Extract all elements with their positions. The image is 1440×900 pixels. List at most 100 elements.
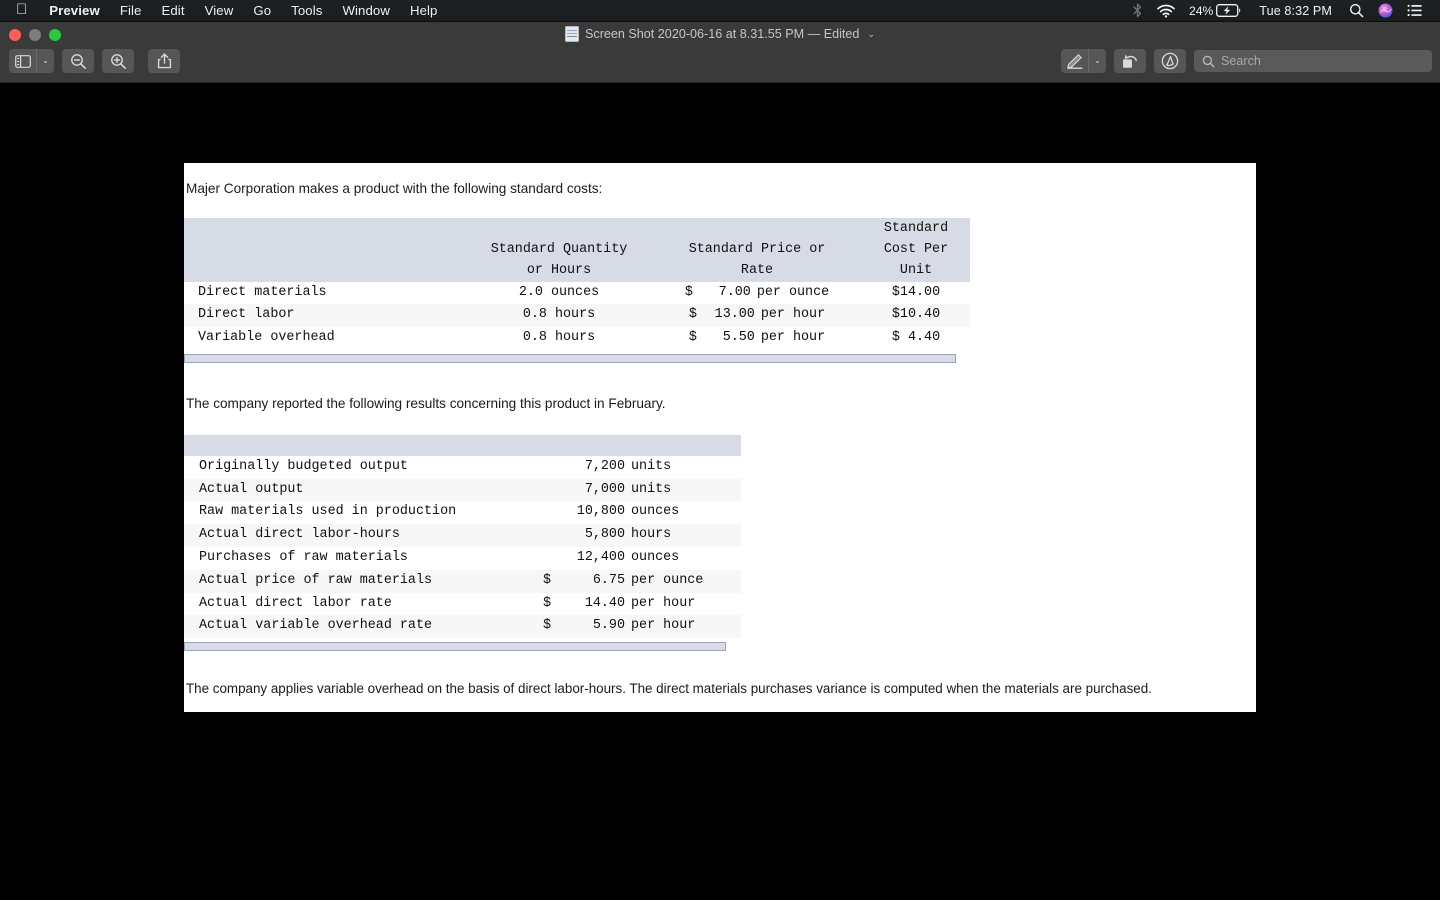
window-title-text: Screen Shot 2020-06-16 at 8.31.55 PM — E… — [585, 27, 860, 41]
row-label: Originally budgeted output — [184, 455, 529, 479]
results-table: Originally budgeted output 7,200 units Ac… — [184, 434, 741, 639]
menu-item-go[interactable]: Go — [243, 3, 281, 18]
annotate-icon — [1161, 52, 1179, 70]
table-row: Direct materials 2.0 ounces $7.00 per oun… — [184, 281, 970, 305]
toolbar-right-group: ⌄ Search — [1061, 49, 1432, 73]
row-label: Actual variable overhead rate — [184, 615, 529, 639]
table-row: Actual price of raw materials $6.75 per o… — [184, 569, 741, 593]
bluetooth-icon[interactable] — [1125, 3, 1150, 18]
row-label: Direct labor — [184, 304, 466, 328]
window-title-bar[interactable]: Screen Shot 2020-06-16 at 8.31.55 PM — E… — [0, 22, 1440, 46]
results-header-blank-value — [529, 434, 741, 456]
row-label: Actual price of raw materials — [184, 569, 529, 593]
menu-item-preview[interactable]: Preview — [39, 3, 110, 18]
table-row: Raw materials used in production 10,800 o… — [184, 501, 741, 525]
apple-logo-icon[interactable]:  — [16, 2, 27, 17]
standards-header-row: Standard Quantity or Hours Standard Pric… — [184, 218, 970, 282]
document-page: Majer Corporation makes a product with t… — [184, 163, 1256, 712]
wifi-icon[interactable] — [1150, 4, 1182, 18]
row-label: Purchases of raw materials — [184, 547, 529, 570]
standards-header-cost-line2: Cost Per — [883, 242, 949, 258]
row-label: Raw materials used in production — [184, 501, 529, 525]
standards-table-horizontal-scrollbar[interactable] — [184, 353, 956, 363]
rotate-left-icon — [1123, 54, 1137, 68]
menu-item-file[interactable]: File — [110, 3, 152, 18]
mid-paragraph: The company reported the following resul… — [186, 395, 666, 411]
row-label: Actual output — [184, 478, 529, 502]
table-row: Direct labor 0.8 hours $13.00 per hour $1… — [184, 304, 970, 328]
row-value: $6.75 per ounce — [542, 572, 704, 588]
zoom-out-button[interactable] — [62, 49, 94, 73]
table-row: Actual output 7,000 units — [184, 478, 741, 502]
zoom-out-icon — [70, 53, 86, 69]
row-value: 5,800 hours — [584, 527, 672, 543]
table-row: Purchases of raw materials 12,400 ounces — [184, 547, 741, 570]
row-label: Actual direct labor rate — [184, 592, 529, 616]
row-label: Actual direct labor-hours — [184, 524, 529, 548]
search-icon[interactable] — [1342, 3, 1371, 18]
row-cost: $ 4.40 — [891, 330, 941, 346]
standards-header-quantity-line2: or Hours — [526, 262, 592, 278]
battery-charging-icon — [1216, 4, 1241, 17]
siri-icon[interactable] — [1371, 3, 1400, 18]
traffic-light-group — [9, 29, 61, 41]
rotate-button[interactable] — [1114, 49, 1146, 73]
battery-percent-label: 24% — [1188, 3, 1214, 18]
window-title-group: Screen Shot 2020-06-16 at 8.31.55 PM — E… — [0, 26, 1440, 42]
row-value: 12,400 ounces — [576, 550, 680, 566]
close-button[interactable] — [9, 29, 21, 41]
standards-table-body: Direct materials 2.0 ounces $7.00 per oun… — [184, 281, 970, 350]
menu-bar-clock[interactable]: Tue 8:32 PM — [1249, 4, 1342, 18]
menu-item-window[interactable]: Window — [332, 3, 400, 18]
standards-header-quantity-line1: Standard Quantity — [490, 242, 628, 258]
sidebar-icon[interactable] — [9, 49, 36, 73]
battery-status[interactable]: 24% — [1182, 4, 1249, 18]
standards-table-wrapper: Standard Quantity or Hours Standard Pric… — [184, 218, 1256, 363]
annotate-button[interactable] — [1154, 49, 1186, 73]
results-table-body: Originally budgeted output 7,200 units Ac… — [184, 455, 741, 639]
search-field[interactable]: Search — [1194, 50, 1432, 72]
standards-header-quantity: Standard Quantity or Hours — [466, 218, 652, 282]
menu-item-edit[interactable]: Edit — [151, 3, 194, 18]
results-table-wrapper: Originally budgeted output 7,200 units Ac… — [184, 434, 1256, 652]
footer-paragraph: The company applies variable overhead on… — [186, 681, 1152, 697]
menu-item-help[interactable]: Help — [400, 3, 448, 18]
menu-bar-status-area: 24% Tue 8:32 PM — [1125, 3, 1434, 18]
zoom-button[interactable] — [49, 29, 61, 41]
standards-header-price-line2: Rate — [740, 262, 774, 278]
row-quantity: 2.0 ounces — [518, 284, 600, 300]
standards-header-price: Standard Price or Rate — [652, 218, 862, 282]
chevron-down-icon[interactable]: ⌄ — [867, 29, 875, 40]
results-header-row — [184, 434, 741, 456]
search-icon — [1202, 55, 1215, 68]
results-header-blank-label — [184, 434, 529, 456]
control-center-icon[interactable] — [1400, 4, 1430, 17]
preview-window: Screen Shot 2020-06-16 at 8.31.55 PM — E… — [0, 22, 1440, 900]
standard-costs-table: Standard Quantity or Hours Standard Pric… — [184, 218, 970, 350]
menu-bar:  Preview File Edit View Go Tools Window… — [0, 0, 1440, 22]
search-input-placeholder[interactable]: Search — [1221, 54, 1261, 68]
markup-pen-icon[interactable] — [1061, 49, 1088, 73]
zoom-in-icon — [110, 53, 126, 69]
row-label: Variable overhead — [184, 327, 466, 350]
minimize-button[interactable] — [29, 29, 41, 41]
share-button[interactable] — [148, 49, 180, 73]
row-value: 10,800 ounces — [576, 504, 680, 520]
menu-item-view[interactable]: View — [195, 3, 244, 18]
row-price: $13.00 per hour — [688, 307, 826, 323]
share-icon — [157, 53, 171, 69]
results-table-head — [184, 434, 741, 456]
row-value: $5.90 per hour — [542, 618, 696, 634]
sidebar-toggle-button[interactable]: ⌄ — [9, 49, 54, 73]
results-table-horizontal-scrollbar[interactable] — [184, 642, 726, 652]
markup-chevron-down-icon[interactable]: ⌄ — [1088, 49, 1106, 73]
row-value: 7,000 units — [584, 481, 672, 497]
document-icon — [565, 26, 579, 42]
menu-item-tools[interactable]: Tools — [281, 3, 332, 18]
zoom-in-button[interactable] — [102, 49, 134, 73]
row-label: Direct materials — [184, 281, 466, 305]
document-canvas: Majer Corporation makes a product with t… — [0, 83, 1440, 900]
markup-button[interactable]: ⌄ — [1061, 49, 1106, 73]
sidebar-chevron-down-icon[interactable]: ⌄ — [36, 49, 54, 73]
table-row: Originally budgeted output 7,200 units — [184, 455, 741, 479]
